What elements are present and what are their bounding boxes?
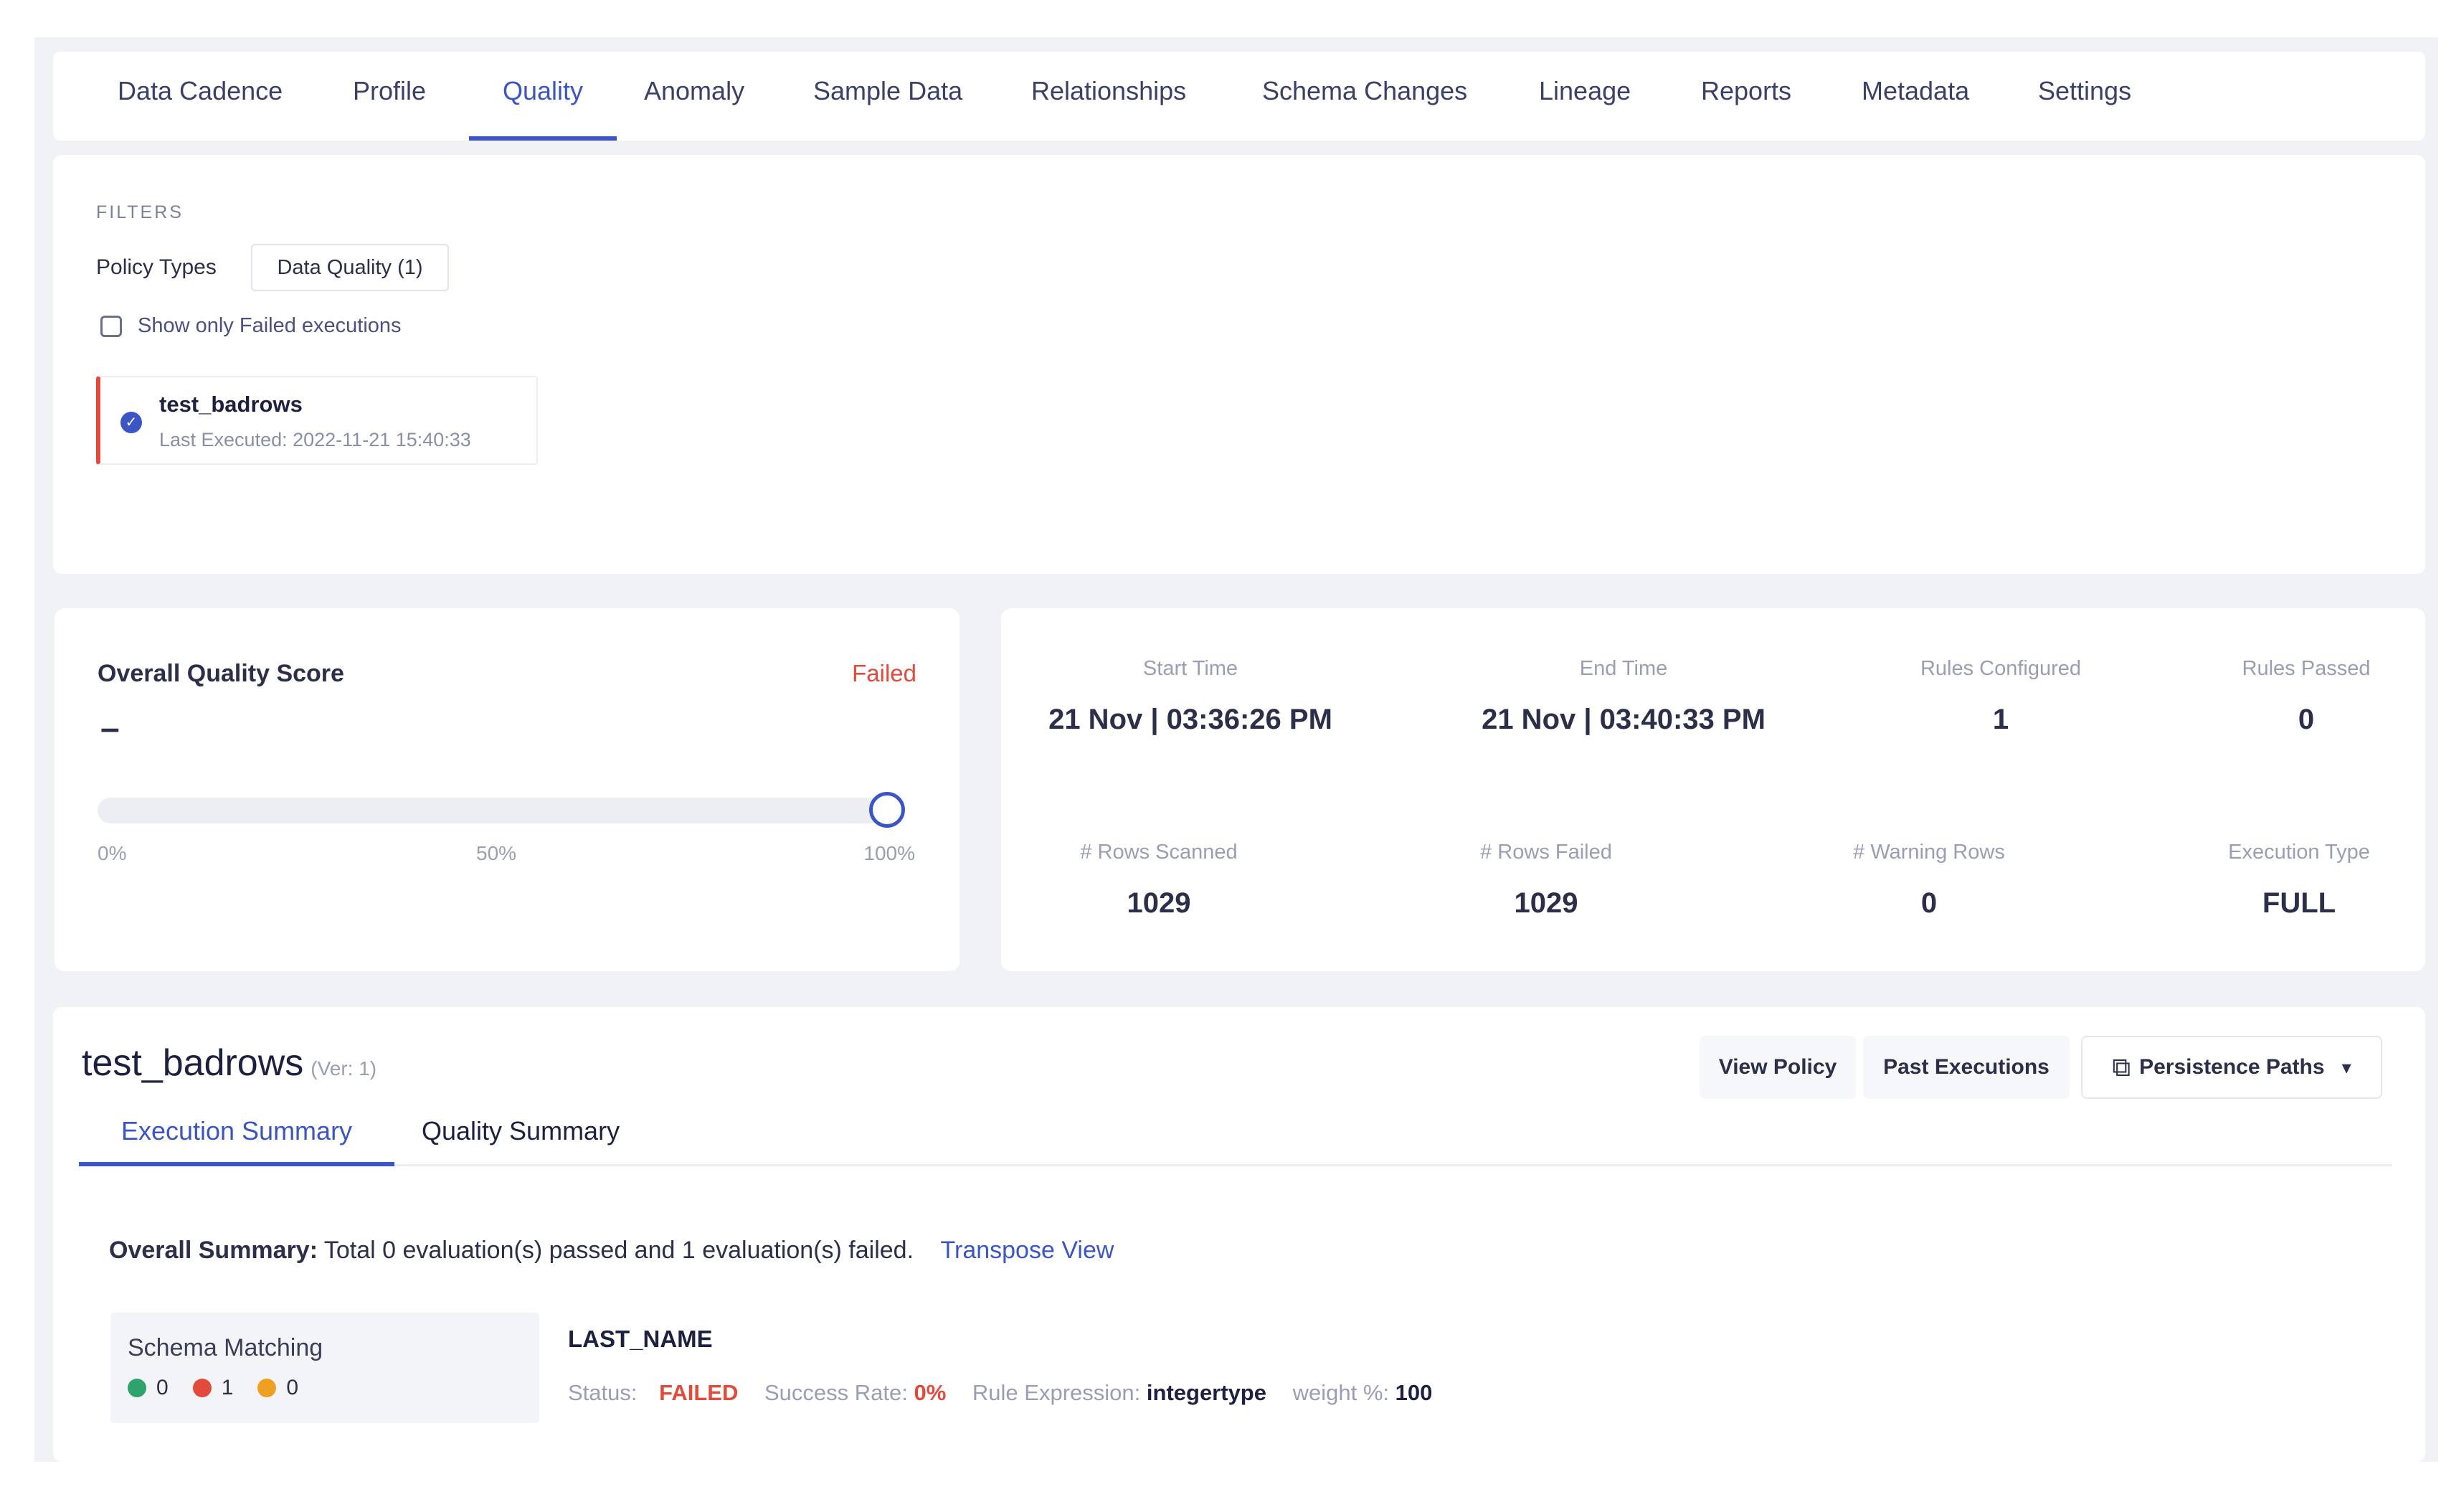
tab-data-cadence[interactable]: Data Cadence — [118, 76, 283, 141]
filters-panel: FILTERS Policy Types Data Quality (1) Sh… — [53, 155, 2425, 574]
warning-dot-icon — [257, 1379, 277, 1397]
quality-score-card: Overall Quality Score Failed – 0% 50% 10… — [55, 608, 959, 971]
filters-title: FILTERS — [96, 202, 184, 222]
tab-schema-changes[interactable]: Schema Changes — [1262, 76, 1467, 141]
rule-summary-item[interactable]: Schema Matching 0 1 0 — [110, 1313, 539, 1423]
fail-count: 1 — [221, 1376, 234, 1399]
tick-100: 100% — [863, 842, 915, 864]
success-rate: 0% — [914, 1380, 947, 1405]
stat-label: Rules Configured — [1920, 657, 2082, 680]
tab-reports[interactable]: Reports — [1701, 76, 1791, 141]
score-slider-knob — [869, 792, 905, 828]
rule-title: Schema Matching — [128, 1334, 323, 1361]
stat-rows-scanned: # Rows Scanned 1029 — [1001, 841, 1317, 920]
rule-status-label: Status: — [568, 1380, 638, 1405]
stat-label: # Rows Failed — [1480, 841, 1612, 864]
overall-summary-label: Overall Summary: — [109, 1237, 318, 1264]
view-policy-button[interactable]: View Policy — [1700, 1036, 1856, 1099]
detail-subtabs: Execution Summary Quality Summary — [79, 1113, 2392, 1166]
stat-value: 21 Nov | 03:36:26 PM — [1048, 704, 1332, 735]
weight-label: weight %: — [1292, 1380, 1390, 1405]
pass-count: 0 — [156, 1376, 169, 1399]
rule-details: Status: FAILED Success Rate: 0% Rule Exp… — [568, 1380, 1432, 1406]
score-status: Failed — [852, 660, 916, 686]
tab-settings[interactable]: Settings — [2038, 76, 2131, 141]
persistence-paths-dropdown[interactable]: ⧉ Persistence Paths ▾ — [2081, 1036, 2382, 1099]
stat-rows-failed: # Rows Failed 1029 — [1388, 841, 1704, 920]
policy-types-select[interactable]: Data Quality (1) — [251, 244, 449, 291]
score-value: – — [100, 709, 120, 747]
tab-relationships[interactable]: Relationships — [1031, 76, 1186, 141]
fail-dot-icon — [192, 1379, 212, 1397]
stat-end-time: End Time 21 Nov | 03:40:33 PM — [1466, 657, 1781, 736]
failed-only-toggle[interactable]: Show only Failed executions — [100, 314, 402, 338]
policy-heading-name: test_badrows — [82, 1042, 304, 1084]
stat-value: 1 — [1992, 704, 2009, 735]
policy-version: (Ver: 1) — [311, 1057, 377, 1080]
overall-summary-text: Total 0 evaluation(s) passed and 1 evalu… — [323, 1237, 914, 1264]
stat-rules-passed: Rules Passed 0 — [2148, 657, 2464, 736]
pass-dot-icon — [128, 1379, 146, 1397]
success-rate-label: Success Rate: — [764, 1380, 908, 1405]
check-circle-icon: ✓ — [120, 412, 142, 433]
stat-label: Rules Passed — [2242, 657, 2371, 680]
stat-label: End Time — [1579, 657, 1668, 680]
transpose-view-link[interactable]: Transpose View — [941, 1237, 1114, 1264]
rule-counts: 0 1 0 — [128, 1376, 323, 1400]
tab-execution-summary[interactable]: Execution Summary — [79, 1116, 394, 1166]
policy-types-label: Policy Types — [96, 255, 217, 279]
tab-metadata[interactable]: Metadata — [1862, 76, 1969, 141]
stat-value: 21 Nov | 03:40:33 PM — [1482, 704, 1766, 735]
policy-heading: test_badrows (Ver: 1) — [82, 1042, 376, 1085]
failed-only-checkbox[interactable] — [100, 315, 122, 337]
tab-quality[interactable]: Quality — [469, 76, 617, 141]
stat-rules-configured: Rules Configured 1 — [1843, 657, 2159, 736]
overall-summary: Overall Summary: Total 0 evaluation(s) p… — [109, 1237, 1114, 1265]
score-slider-track — [98, 792, 905, 828]
tab-quality-summary[interactable]: Quality Summary — [422, 1116, 620, 1166]
score-title: Overall Quality Score — [98, 660, 344, 687]
stat-value: 1029 — [1127, 887, 1191, 919]
stat-label: # Warning Rows — [1853, 841, 2005, 864]
stat-value: 0 — [1920, 887, 1938, 919]
stat-value: 0 — [2298, 704, 2315, 735]
tab-anomaly[interactable]: Anomaly — [644, 76, 744, 141]
tick-0: 0% — [98, 842, 127, 864]
policy-name: test_badrows — [159, 392, 303, 417]
tab-profile[interactable]: Profile — [353, 76, 426, 141]
tab-lineage[interactable]: Lineage — [1539, 76, 1631, 141]
policy-detail-card: test_badrows (Ver: 1) View Policy Past Ex… — [53, 1007, 2425, 1462]
stat-warning-rows: # Warning Rows 0 — [1771, 841, 2087, 920]
stat-label: # Rows Scanned — [1080, 841, 1238, 864]
warning-count: 0 — [286, 1376, 299, 1399]
failed-only-label: Show only Failed executions — [138, 314, 402, 337]
stat-label: Execution Type — [2228, 841, 2370, 864]
stat-value: 1029 — [1514, 887, 1578, 919]
stat-execution-type: Execution Type FULL — [2141, 841, 2457, 920]
rule-status: FAILED — [659, 1380, 739, 1405]
execution-stats-card: Start Time 21 Nov | 03:36:26 PM End Time… — [1001, 608, 2425, 971]
policy-last-executed: Last Executed: 2022-11-21 15:40:33 — [159, 429, 471, 450]
rule-column-name: LAST_NAME — [568, 1326, 713, 1352]
rule-expression: integertype — [1146, 1380, 1266, 1405]
tab-sample-data[interactable]: Sample Data — [813, 76, 962, 141]
top-tab-bar: Data Cadence Profile Quality Anomaly Sam… — [53, 52, 2425, 141]
persistence-paths-label: Persistence Paths — [2139, 1055, 2325, 1079]
tick-50: 50% — [476, 842, 517, 864]
copy-icon: ⧉ — [2112, 1052, 2131, 1082]
stat-start-time: Start Time 21 Nov | 03:36:26 PM — [1033, 657, 1348, 736]
rule-expression-label: Rule Expression: — [972, 1380, 1141, 1405]
policy-list-item[interactable]: ✓ test_badrows Last Executed: 2022-11-21… — [96, 376, 538, 465]
past-executions-button[interactable]: Past Executions — [1863, 1036, 2070, 1099]
stat-value: FULL — [2262, 887, 2336, 919]
weight-value: 100 — [1395, 1380, 1433, 1405]
stat-label: Start Time — [1142, 657, 1238, 680]
chevron-down-icon: ▾ — [2341, 1056, 2351, 1078]
